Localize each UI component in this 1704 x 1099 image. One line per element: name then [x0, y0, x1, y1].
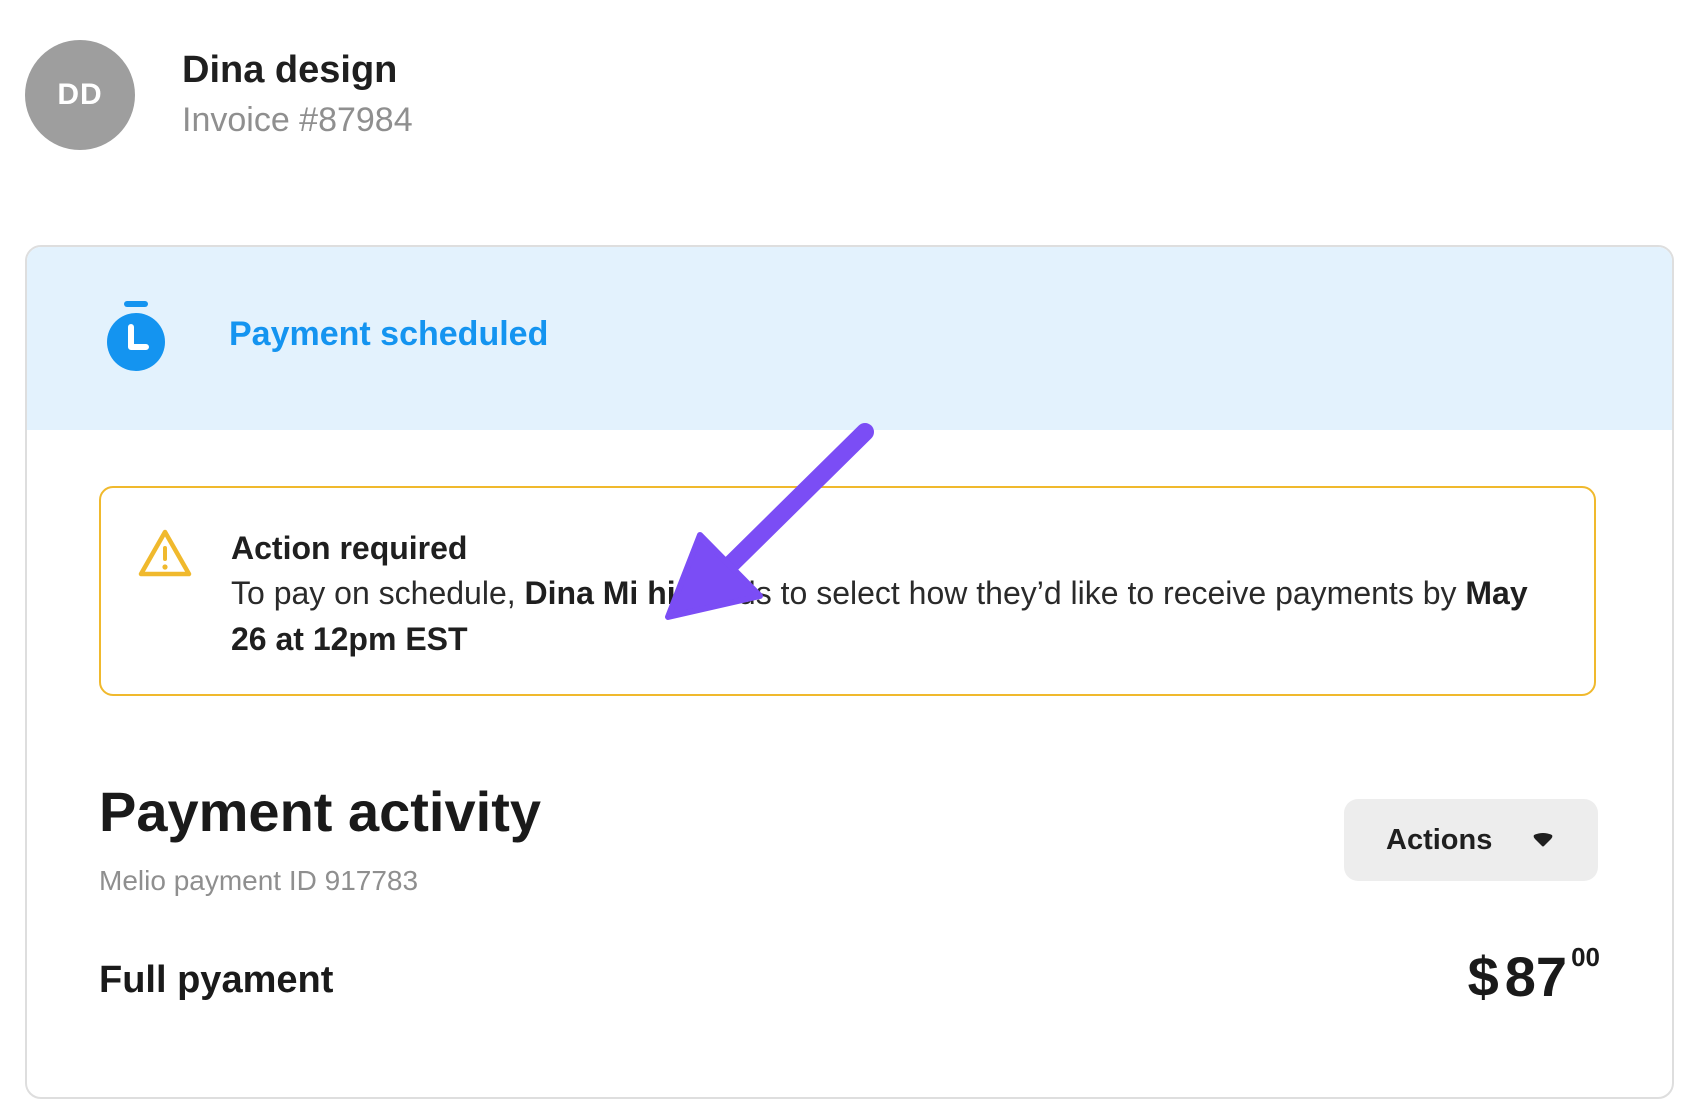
payment-activity-title: Payment activity	[99, 780, 541, 843]
payment-card: Payment scheduled Action required To pay…	[25, 245, 1674, 1099]
caret-down-icon	[1533, 833, 1553, 847]
payment-amount: $ 87 00	[1468, 942, 1600, 1012]
avatar: DD	[25, 40, 135, 150]
actions-button[interactable]: Actions	[1344, 799, 1598, 881]
payment-id: Melio payment ID 917783	[99, 865, 419, 896]
amount-currency: $	[1467, 945, 1499, 1008]
action-required-alert: Action required To pay on schedule, Dina…	[99, 486, 1596, 696]
payee-name: Dina Mi hi	[524, 575, 676, 611]
header-text: Dina design Invoice #87984	[182, 47, 413, 143]
invoice-header: DD Dina design Invoice #87984	[25, 40, 413, 150]
invoice-number: Invoice #87984	[182, 101, 413, 139]
alert-title: Action required	[231, 530, 468, 566]
actions-label: Actions	[1386, 823, 1493, 856]
alert-message: To pay on schedule, Dina Mi hi needs to …	[231, 570, 1551, 662]
warning-icon	[138, 529, 192, 577]
amount-cents: 00	[1571, 942, 1600, 972]
status-label: Payment scheduled	[229, 315, 549, 353]
avatar-initials: DD	[57, 78, 103, 111]
alert-body: Action required To pay on schedule, Dina…	[231, 526, 1551, 662]
status-banner: Payment scheduled	[27, 247, 1672, 430]
stopwatch-icon	[107, 301, 165, 371]
payment-type: Full pyament	[99, 959, 334, 1001]
vendor-name: Dina design	[182, 49, 398, 91]
amount-whole: 87	[1504, 945, 1568, 1008]
alert-message-prefix: To pay on schedule,	[231, 575, 516, 611]
alert-message-middle: needs to select how they’d like to recei…	[684, 575, 1457, 611]
